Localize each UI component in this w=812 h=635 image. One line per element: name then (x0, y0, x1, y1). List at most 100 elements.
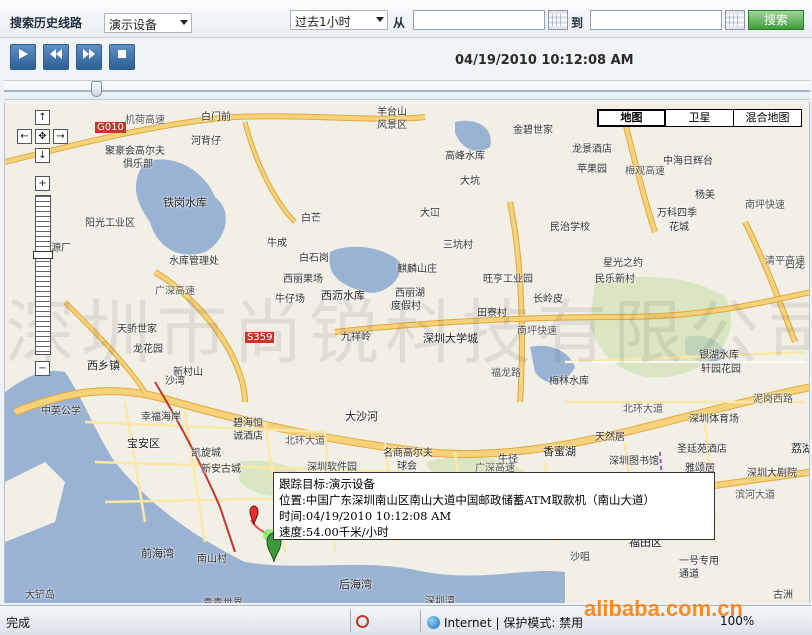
map-label: 中海日辉台 (663, 156, 713, 167)
map-label: 麒麟山庄 (397, 264, 437, 275)
tracking-info-popup: 跟踪目标:演示设备 位置:中国广东深圳南山区南山大道中国邮政储蓄ATM取款机（南… (273, 472, 715, 540)
map-label: 深圳体育场 (689, 414, 739, 425)
map-canvas[interactable]: 深圳市尚锐科技有限公司 机荷高速 白门前 羊台山 风景区 聚豪会高尔夫 俱乐部 … (4, 102, 810, 603)
map-label: 水库管理处 (169, 256, 219, 267)
zoom-slider[interactable] (35, 195, 51, 355)
map-label: 天骄世家 (117, 324, 157, 335)
map-label: 河背仔 (191, 136, 221, 147)
map-label: 天然居 (595, 432, 625, 443)
device-select[interactable]: 演示设备 (104, 13, 192, 33)
map-label: 民乐新村 (595, 274, 635, 285)
slider-track (4, 90, 810, 92)
stop-button[interactable] (109, 44, 135, 70)
security-zone-text: Internet | 保护模式: 禁用 (444, 616, 584, 630)
device-select-value: 演示设备 (109, 18, 158, 32)
map-label: 香蜜湖 (543, 445, 576, 458)
map-label: 沙湾 (165, 376, 185, 387)
search-button[interactable]: 搜索 (748, 10, 804, 30)
map-label: 机荷高速 (125, 115, 165, 126)
map-label: 万科四季 (657, 208, 697, 219)
map-label: 圣廷苑酒店 (677, 444, 727, 455)
to-date-input[interactable] (590, 10, 722, 30)
map-label: 后海湾 (339, 578, 372, 591)
map-label: 高峰水库 (445, 151, 485, 162)
map-label: 福龙路 (491, 368, 521, 379)
map-label: 深圳大剧院 (747, 468, 797, 479)
play-button[interactable] (10, 44, 36, 70)
map-label: 杨美 (695, 190, 715, 201)
rewind-button[interactable] (43, 44, 69, 70)
slider-thumb[interactable] (91, 81, 102, 97)
info-speed: 速度:54.00千米/小时 (279, 525, 389, 539)
map-label: 花城 (669, 222, 689, 233)
zoom-out-button[interactable]: − (35, 361, 50, 376)
pan-down-button[interactable]: ↓ (35, 148, 50, 163)
rewind-icon (50, 49, 62, 59)
map-label: 清平高速 (765, 256, 805, 267)
map-label: 大铲岛 (25, 590, 55, 601)
pan-right-button[interactable]: → (53, 129, 68, 144)
globe-icon (427, 616, 440, 629)
pan-center-button[interactable]: ✥ (35, 129, 50, 144)
calendar-icon[interactable] (548, 10, 568, 30)
map-label: 田寮村 (477, 308, 507, 319)
map-label: G010 (95, 122, 126, 133)
map-label: 度假村 (391, 301, 421, 312)
map-label: 新安古城 (201, 464, 241, 475)
from-date-input[interactable] (413, 10, 545, 30)
map-label: 南山村 (197, 554, 227, 565)
map-label: 源厂 (51, 243, 71, 254)
fast-forward-button[interactable] (76, 44, 102, 70)
search-toolbar: 搜索历史线路 演示设备 过去1小时 从 到 搜索 (0, 0, 812, 38)
privacy-icon[interactable] (356, 615, 369, 628)
status-text: 完成 (6, 616, 31, 630)
tab-hybrid[interactable]: 混合地图 (734, 110, 801, 126)
map-label: 龙景酒店 (572, 144, 612, 155)
map-label: 凯旋城 (191, 448, 221, 459)
map-label: 白芒 (301, 213, 321, 224)
map-label: 白门前 (201, 112, 231, 123)
zoom-slider-knob[interactable] (33, 251, 53, 259)
map-label: 深圳大学城 (423, 332, 478, 345)
info-time: 时间:04/19/2010 10:12:08 AM (279, 509, 452, 523)
pan-up-button[interactable]: ↑ (35, 110, 50, 125)
map-label: 三坑村 (443, 240, 473, 251)
playback-slider[interactable] (4, 80, 810, 100)
map-label: 诚酒店 (233, 431, 263, 442)
map-label: 龙花园 (133, 344, 163, 355)
info-target: 跟踪目标:演示设备 (279, 477, 375, 491)
period-select[interactable]: 过去1小时 (290, 10, 388, 30)
map-label: 沙咀 (570, 552, 590, 563)
chevron-down-icon (180, 20, 188, 25)
map-label: 白石岗 (299, 253, 329, 264)
map-label: 金碧世家 (513, 125, 553, 136)
map-label: 阳光工业区 (85, 218, 135, 229)
map-label: 大坑 (460, 176, 480, 187)
map-label: 广深高速 (155, 286, 195, 297)
tab-map[interactable]: 地图 (598, 110, 666, 126)
map-label: 星光之约 (603, 258, 643, 269)
tab-satellite[interactable]: 卫星 (666, 110, 734, 126)
status-divider (420, 610, 421, 632)
map-label: 牛成 (267, 238, 287, 249)
period-select-value: 过去1小时 (295, 15, 351, 29)
map-label: 泥岗西路 (753, 394, 793, 405)
map-label: S359 (245, 332, 275, 343)
map-label: 球会 (397, 461, 417, 472)
map-label: 风景区 (377, 120, 407, 131)
map-label: 梅观高速 (625, 166, 665, 177)
zoom-in-button[interactable]: + (35, 176, 50, 191)
alibaba-watermark: alibaba.com.cn (584, 596, 743, 621)
map-label: 大冚 (420, 208, 440, 219)
pan-left-button[interactable]: ← (17, 129, 32, 144)
history-label: 搜索历史线路 (10, 16, 83, 30)
map-label: 旺亨工业园 (483, 274, 533, 285)
status-divider (350, 610, 351, 632)
map-label: 通道 (679, 569, 699, 580)
map-label: 荔湖 (791, 442, 809, 455)
calendar-icon[interactable] (725, 10, 745, 30)
map-label: 中英公学 (41, 406, 81, 417)
map-label: 梅林水库 (549, 376, 589, 387)
map-type-tabs: 地图 卫星 混合地图 (597, 109, 802, 127)
map-label: 长岭皮 (533, 294, 563, 305)
